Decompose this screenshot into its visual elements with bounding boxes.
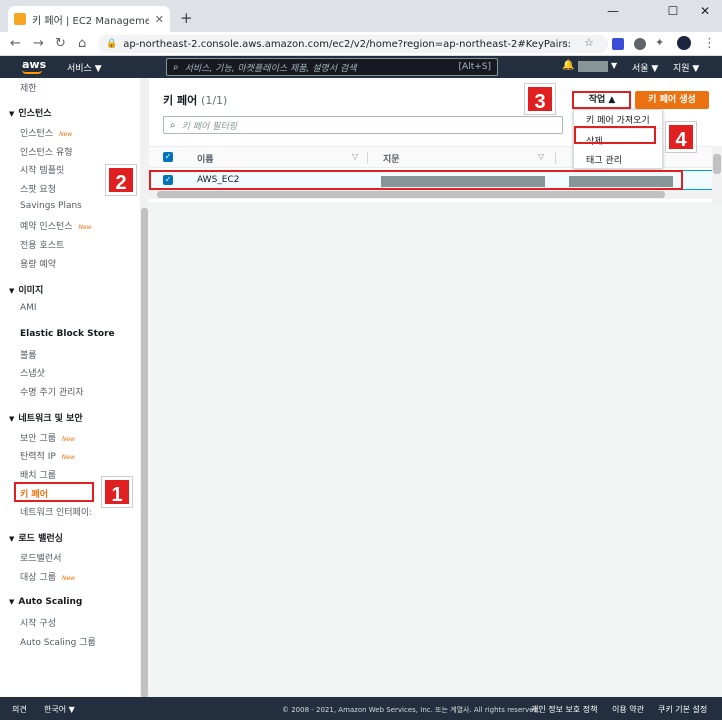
sidebar-item-savings-plans[interactable]: Savings Plans [20, 201, 82, 211]
feedback-link[interactable]: 의견 [12, 704, 27, 715]
sidebar-item-spot-requests[interactable]: 스팟 요청 [20, 182, 56, 195]
highlight-delete [574, 126, 656, 144]
sidebar-item-volumes[interactable]: 볼륨 [20, 348, 37, 361]
step-badge-1: 1 [102, 477, 132, 507]
bookmark-star-icon[interactable]: ☆ [584, 36, 594, 49]
column-fingerprint[interactable]: 지문 [383, 152, 400, 165]
sidebar-item-network-interfaces[interactable]: 네트워크 인터페이: [20, 505, 92, 518]
sidebar-item-launch-templates[interactable]: 시작 템플릿 [20, 163, 64, 176]
account-menu[interactable] [578, 61, 608, 72]
account-chevron-icon[interactable]: ▼ [611, 61, 617, 70]
close-window-icon[interactable]: ✕ [690, 4, 720, 18]
zoom-icon[interactable]: ⌕ [562, 36, 568, 50]
address-bar[interactable]: 🔒 ap-northeast-2.console.aws.amazon.com/… [98, 35, 608, 53]
sidebar-item-instances[interactable]: 인스턴스 New [20, 126, 72, 139]
highlight-row [149, 170, 683, 190]
create-key-pair-button[interactable]: 키 페어 생성 [635, 91, 709, 109]
highlight-actions-button [572, 91, 631, 109]
select-all-checkbox[interactable]: ✓ [163, 152, 173, 162]
minimize-icon[interactable]: — [598, 4, 628, 18]
services-menu[interactable]: 서비스 ▼ [67, 61, 102, 74]
sidebar-scrollbar[interactable] [140, 78, 149, 698]
sort-icon[interactable]: ▽ [352, 152, 358, 161]
menu-icon[interactable]: ⋮ [703, 36, 716, 51]
terms-link[interactable]: 이용 약관 [612, 704, 644, 715]
cookies-link[interactable]: 쿠키 기본 설정 [658, 704, 707, 715]
sidebar-item-limits[interactable]: 제한 [20, 81, 37, 94]
sidebar-section-ebs[interactable]: Elastic Block Store [20, 329, 115, 339]
sort-icon[interactable]: ▽ [538, 152, 544, 161]
tab-title: 키 페어 | EC2 Management Cor [32, 15, 149, 27]
url-text: ap-northeast-2.console.aws.amazon.com/ec… [123, 38, 572, 50]
sidebar-section-instances[interactable]: ▼ 인스턴스 [9, 106, 52, 119]
step-badge-3: 3 [525, 84, 555, 114]
forward-icon[interactable]: → [33, 36, 44, 51]
sidebar-section-load-balancing[interactable]: ▼ 로드 밸런싱 [9, 531, 63, 544]
footer: 의견 한국어 ▼ © 2008 - 2021, Amazon Web Servi… [0, 697, 722, 720]
close-tab-icon[interactable]: ✕ [155, 13, 164, 26]
sidebar-item-security-groups[interactable]: 보안 그룹 New [20, 431, 75, 444]
column-divider [367, 152, 368, 164]
sidebar-section-images[interactable]: ▼ 이미지 [9, 283, 43, 296]
back-icon[interactable]: ← [10, 36, 21, 51]
sidebar-item-ami[interactable]: AMI [20, 303, 37, 313]
search-placeholder: 서비스, 기능, 마켓플레이스 제품, 설명서 검색 [184, 63, 357, 74]
region-menu[interactable]: 서울 ▼ [632, 61, 658, 74]
sidebar-item-reserved-instances[interactable]: 예약 인스턴스 New [20, 219, 92, 232]
aws-favicon-icon [14, 13, 26, 25]
sidebar-item-elastic-ips[interactable]: 탄력적 IP New [20, 449, 75, 462]
vertical-scrollbar[interactable] [712, 146, 722, 202]
language-selector[interactable]: 한국어 ▼ [44, 704, 75, 715]
column-divider [555, 152, 556, 164]
maximize-icon[interactable]: ☐ [658, 4, 688, 18]
extension-icon[interactable] [612, 38, 624, 50]
new-tab-icon[interactable]: + [180, 9, 193, 27]
sidebar-section-auto-scaling[interactable]: ▼ Auto Scaling [9, 597, 82, 607]
search-icon: ⌕ [173, 61, 179, 73]
search-input[interactable]: ⌕ 서비스, 기능, 마켓플레이스 제품, 설명서 검색 [Alt+S] [166, 58, 498, 76]
reload-icon[interactable]: ↻ [55, 36, 66, 51]
page-title: 키 페어 (1/1) [163, 94, 228, 107]
sidebar-item-placement-groups[interactable]: 배치 그룹 [20, 468, 56, 481]
sidebar-item-lifecycle-manager[interactable]: 수명 주기 관리자 [20, 385, 84, 398]
filter-input[interactable]: ⌕ 키 페어 필터링 [163, 116, 563, 134]
sidebar-item-launch-configurations[interactable]: 시작 구성 [20, 616, 56, 629]
menu-item-import-key-pair[interactable]: 키 페어 가져오기 [586, 113, 650, 126]
sidebar-item-load-balancers[interactable]: 로드밸런서 [20, 551, 61, 564]
menu-item-manage-tags[interactable]: 태그 관리 [586, 153, 622, 166]
step-badge-4: 4 [666, 122, 696, 152]
browser-titlebar: 키 페어 | EC2 Management Cor ✕ + — ☐ ✕ [0, 0, 722, 32]
browser-toolbar: ← → ↻ ⌂ 🔒 ap-northeast-2.console.aws.ama… [0, 32, 722, 56]
bell-icon[interactable]: 🔔 [562, 60, 574, 71]
profile-avatar[interactable] [677, 36, 691, 50]
step-badge-2: 2 [106, 165, 136, 195]
sidebar-item-dedicated-hosts[interactable]: 전용 호스트 [20, 238, 64, 251]
horizontal-scrollbar[interactable] [149, 190, 712, 199]
sidebar-item-target-groups[interactable]: 대상 그룹 New [20, 570, 75, 583]
sidebar-item-capacity-reservations[interactable]: 용량 예약 [20, 257, 56, 270]
extension-icon[interactable] [634, 38, 646, 50]
privacy-link[interactable]: 개인 정보 보호 정책 [531, 704, 598, 715]
search-shortcut: [Alt+S] [458, 62, 491, 72]
filter-placeholder: 키 페어 필터링 [181, 121, 238, 132]
highlight-key-pairs [14, 482, 94, 502]
sidebar-item-instance-types[interactable]: 인스턴스 유형 [20, 145, 73, 158]
sidebar-item-auto-scaling-groups[interactable]: Auto Scaling 그룹 [20, 635, 96, 648]
search-icon: ⌕ [170, 119, 176, 131]
lock-icon: 🔒 [106, 39, 118, 49]
puzzle-icon[interactable]: ✦ [655, 36, 664, 49]
sidebar-item-snapshots[interactable]: 스냅샷 [20, 366, 45, 379]
aws-logo[interactable]: aws [22, 58, 46, 74]
home-icon[interactable]: ⌂ [78, 36, 86, 51]
browser-tab[interactable]: 키 페어 | EC2 Management Cor ✕ [8, 6, 170, 32]
support-menu[interactable]: 지원 ▼ [673, 61, 699, 74]
column-name[interactable]: 이름 [197, 152, 214, 165]
sidebar-section-network-security[interactable]: ▼ 네트워크 및 보안 [9, 411, 83, 424]
aws-header: aws 서비스 ▼ ⌕ 서비스, 기능, 마켓플레이스 제품, 설명서 검색 [… [0, 56, 722, 78]
copyright-text: © 2008 - 2021, Amazon Web Services, Inc.… [282, 706, 541, 714]
